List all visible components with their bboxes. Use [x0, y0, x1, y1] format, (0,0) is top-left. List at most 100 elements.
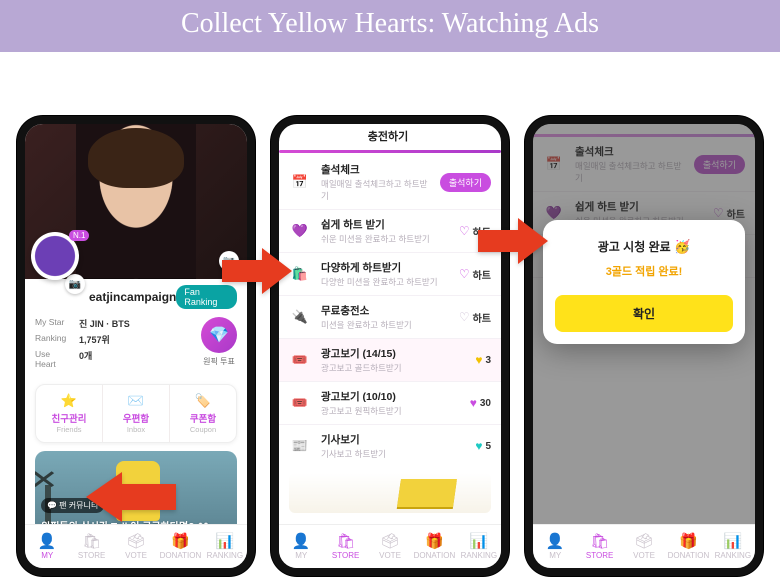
tab-ranking[interactable]: 📊RANKING [203, 525, 247, 568]
store-item-subtitle: 기사보고 하트받기 [321, 448, 465, 460]
heart-icon: ♥ [475, 439, 482, 453]
ranking-value: 1,757위 [79, 333, 110, 346]
gift-icon: 🎁 [425, 534, 444, 549]
store-item-icon: 💜 [289, 220, 311, 242]
inbox-button[interactable]: ✉️ 우편함 Inbox [102, 385, 169, 442]
camera-hero-icon[interactable]: 📷 [219, 251, 239, 271]
heart-count: 3 [485, 355, 491, 366]
tab-donation[interactable]: 🎁DONATION [158, 525, 202, 568]
store-item-subtitle: 미션을 완료하고 하트받기 [321, 319, 449, 331]
vote-diamond-label: 원픽 투표 [201, 356, 237, 367]
store-item[interactable]: 🛍️다양하게 하트받기다양한 미션을 완료하고 하트받기♡하트 [279, 252, 501, 295]
chart-icon: 📊 [723, 534, 742, 549]
ranking-label: Ranking [35, 333, 73, 346]
heart-count: 하트 [473, 310, 491, 325]
store-item-title: 기사보기 [321, 432, 465, 447]
useheart-label: Use Heart [35, 349, 73, 369]
gift-icon: 🎁 [679, 534, 698, 549]
inbox-label: 우편함 [105, 411, 167, 425]
store-item-subtitle: 다양한 미션을 완료하고 하트받기 [321, 276, 449, 288]
store-item-icon: 🔌 [289, 306, 311, 328]
store-item[interactable]: 🎟️광고보기 (10/10)광고보고 원픽하트받기♥30 [279, 381, 501, 424]
mail-icon: ✉️ [105, 393, 167, 409]
ad-complete-modal: 광고 시청 완료 🥳 3골드 적립 완료! 확인 [543, 220, 745, 344]
ballot-icon: 🗳 [634, 534, 653, 549]
party-icon: 🥳 [674, 239, 690, 254]
tab-bar: 👤MY 🛍STORE 🗳VOTE 🎁DONATION 📊RANKING [533, 524, 755, 568]
bag-icon: 🛍 [590, 534, 609, 549]
tab-bar: 👤MY 🛍STORE 🗳VOTE 🎁DONATION 📊RANKING [25, 524, 247, 568]
tab-donation[interactable]: 🎁DONATION [412, 525, 456, 568]
friends-sub: Friends [38, 425, 100, 434]
quick-actions-card: ⭐ 친구관리 Friends ✉️ 우편함 Inbox 🏷️ 쿠폰함 Coupo… [35, 384, 237, 443]
camera-avatar-icon[interactable]: 📷 [65, 274, 85, 294]
store-item[interactable]: 📰기사보기기사보고 하트받기♥5 [279, 424, 501, 467]
heart-icon: ♡ [459, 310, 470, 324]
tab-donation[interactable]: 🎁DONATION [666, 525, 710, 568]
heart-count: 하트 [473, 267, 491, 282]
rank-medal-tag: N.1 [69, 230, 89, 241]
screenshot-store-tab: 충전하기 📅출석체크매일매일 출석체크하고 하트받기출석하기💜쉽게 하트 받기쉬… [271, 116, 509, 576]
modal-scrim[interactable] [533, 124, 755, 568]
vote-diamond-button[interactable]: 💎 [201, 317, 237, 353]
ballot-icon: 🗳 [126, 534, 145, 549]
store-item-title: 광고보기 (10/10) [321, 389, 460, 404]
tab-ranking[interactable]: 📊RANKING [457, 525, 501, 568]
store-item[interactable]: 💜 쉽게 하트 받기쉬운 미션을 완료하고 하트받기 ♡하트 [279, 209, 501, 252]
tab-bar: 👤MY 🛍STORE 🗳VOTE 🎁DONATION 📊RANKING [279, 524, 501, 568]
attendance-pill[interactable]: 출석하기 [440, 173, 491, 192]
heart-icon: ♡ [459, 224, 470, 238]
ballot-icon: 🗳 [380, 534, 399, 549]
chart-icon: 📊 [469, 534, 488, 549]
chart-icon: 📊 [215, 534, 234, 549]
bag-icon: 🛍 [82, 534, 101, 549]
tab-store[interactable]: 🛍STORE [69, 525, 113, 568]
store-item-subtitle: 광고보고 골드하트받기 [321, 362, 465, 374]
bag-icon: 🛍 [336, 534, 355, 549]
tab-my[interactable]: 👤MY [533, 525, 577, 568]
friends-label: 친구관리 [38, 411, 100, 425]
tab-my[interactable]: 👤MY [279, 525, 323, 568]
store-item[interactable]: 🔌무료충전소미션을 완료하고 하트받기♡하트 [279, 295, 501, 338]
store-header: 충전하기 [368, 128, 408, 144]
community-badge: 💬 팬 커뮤니티 [41, 498, 104, 513]
inbox-sub: Inbox [105, 425, 167, 434]
store-item-title: 출석체크 [321, 162, 430, 177]
tab-vote[interactable]: 🗳VOTE [368, 525, 412, 568]
tab-store[interactable]: 🛍STORE [577, 525, 621, 568]
coupon-button[interactable]: 🏷️ 쿠폰함 Coupon [169, 385, 236, 442]
fan-ranking-button[interactable]: Fan Ranking [176, 285, 237, 309]
store-item-subtitle: 매일매일 출석체크하고 하트받기 [321, 178, 430, 202]
store-item-title: 쉽게 하트 받기 [321, 217, 449, 232]
screenshot-my-tab: 📷 N.1 📷 eatjincampaign Fan Ranking My St… [17, 116, 255, 576]
person-icon: 👤 [546, 534, 565, 549]
person-icon: 👤 [38, 534, 57, 549]
modal-title: 광고 시청 완료 [598, 240, 671, 254]
store-item-subtitle: 쉬운 미션을 완료하고 하트받기 [321, 233, 449, 245]
heart-count: 5 [485, 441, 491, 452]
heart-count: 30 [480, 398, 491, 409]
store-item[interactable]: 🎟️ 광고보기 (14/15)광고보고 골드하트받기 ♥3 [279, 338, 501, 381]
mystar-label: My Star [35, 317, 73, 330]
heart-count: 하트 [473, 224, 491, 239]
store-item-icon: 🎟️ [289, 349, 311, 371]
heart-icon: ♥ [475, 353, 482, 367]
promo-banner[interactable] [289, 473, 491, 513]
store-item-title: 광고보기 (14/15) [321, 346, 465, 361]
friends-button[interactable]: ⭐ 친구관리 Friends [36, 385, 102, 442]
tab-my[interactable]: 👤MY [25, 525, 69, 568]
page-title: Collect Yellow Hearts: Watching Ads [0, 0, 780, 52]
store-item-icon: 🛍️ [289, 263, 311, 285]
tab-ranking[interactable]: 📊RANKING [711, 525, 755, 568]
heart-icon: ♡ [459, 267, 470, 281]
tab-vote[interactable]: 🗳VOTE [622, 525, 666, 568]
star-icon: ⭐ [38, 393, 100, 409]
tab-vote[interactable]: 🗳VOTE [114, 525, 158, 568]
person-icon: 👤 [292, 534, 311, 549]
tab-store[interactable]: 🛍STORE [323, 525, 367, 568]
store-item-icon: 🎟️ [289, 392, 311, 414]
heart-icon: ♥ [470, 396, 477, 410]
store-item[interactable]: 📅출석체크매일매일 출석체크하고 하트받기출석하기 [279, 155, 501, 209]
confirm-button[interactable]: 확인 [555, 295, 733, 332]
screenshot-ad-complete-modal: 📅출석체크매일매일 출석체크하고 하트받기출석하기💜쉽게 하트 받기쉬운 미션을… [525, 116, 763, 576]
